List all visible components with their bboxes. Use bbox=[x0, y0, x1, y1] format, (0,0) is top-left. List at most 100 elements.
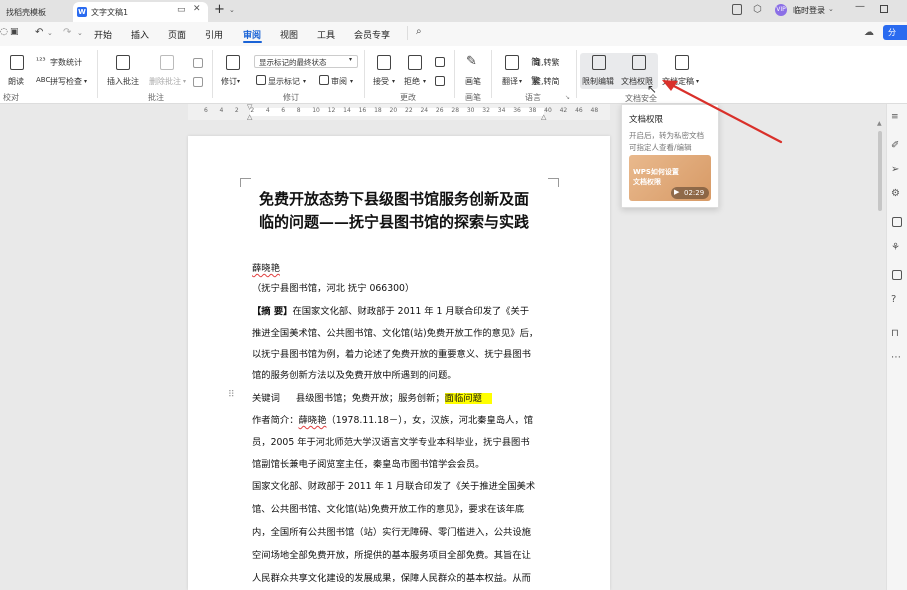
to-traditional-button[interactable]: 简,转繁 bbox=[533, 57, 560, 68]
navigate-icon[interactable]: ➢ bbox=[891, 164, 899, 175]
doc-finalize-icon bbox=[675, 55, 689, 70]
doc-title-line: 临的问题——抚宁县图书馆的探索与实践 bbox=[259, 213, 530, 231]
chevron-down-icon[interactable]: ⌄ bbox=[229, 6, 235, 14]
accept-button[interactable]: 接受 bbox=[373, 76, 389, 87]
group-label-comment: 批注 bbox=[148, 93, 164, 102]
close-tab-icon[interactable]: ✕ bbox=[193, 4, 201, 14]
chevron-down-icon[interactable]: ▾ bbox=[423, 78, 426, 85]
avatar[interactable]: VIP bbox=[775, 4, 787, 16]
ruler-tick-label: 2 bbox=[234, 107, 239, 114]
login-label[interactable]: 临时登录 bbox=[793, 5, 825, 16]
help-icon[interactable]: ? bbox=[891, 294, 896, 305]
layout-icon[interactable] bbox=[732, 4, 742, 15]
redo-icon[interactable]: ↷ bbox=[63, 27, 71, 38]
menu-item-reference[interactable]: 引用 bbox=[205, 28, 223, 41]
pen-icon: ✎ bbox=[466, 54, 477, 69]
maximize-icon[interactable] bbox=[880, 5, 888, 13]
minimize-icon[interactable]: — bbox=[855, 1, 865, 12]
play-icon[interactable]: ▶ bbox=[674, 188, 679, 196]
doc-abstract-line: 馆的服务创新方法以及免费开放中所遇到的问题。 bbox=[252, 370, 457, 381]
delete-comment-button[interactable]: 删除批注 bbox=[149, 76, 181, 87]
chevron-down-icon[interactable]: ▾ bbox=[392, 78, 395, 85]
track-changes-button[interactable]: 修订 bbox=[221, 76, 237, 87]
group-label-ink: 画笔 bbox=[465, 93, 481, 102]
markup-mode-value: 显示标记的最终状态 bbox=[259, 58, 327, 67]
tab-label: 文字文稿1 bbox=[91, 7, 129, 17]
translate-button[interactable]: 翻译 bbox=[502, 76, 518, 87]
lock-icon[interactable]: ⊓ bbox=[891, 328, 899, 339]
menu-item-member[interactable]: 会员专享 bbox=[354, 28, 390, 41]
show-markup-icon bbox=[256, 75, 266, 85]
keywords-highlight: 面临问题 bbox=[444, 393, 492, 404]
chevron-down-icon[interactable]: ⌄ bbox=[828, 5, 834, 13]
menu-icon[interactable]: ◌ bbox=[0, 27, 8, 37]
tab-template-store[interactable]: 找稻壳模板 bbox=[0, 2, 68, 22]
video-title: WPS如何设置 bbox=[633, 168, 679, 176]
menu-item-tools[interactable]: 工具 bbox=[317, 28, 335, 41]
share-icon[interactable]: ⚘ bbox=[891, 242, 900, 253]
collapse-icon[interactable]: ≡ bbox=[891, 112, 899, 122]
doc-abstract-line: 【摘 要】在国家文化部、财政部于 2011 年 1 月联合印发了《关于 bbox=[252, 303, 529, 317]
insert-comment-button[interactable]: 插入批注 bbox=[107, 76, 139, 87]
group-label-proof: 校对 bbox=[3, 93, 19, 102]
search-icon[interactable]: ⌕ bbox=[416, 26, 422, 37]
vertical-scrollbar[interactable] bbox=[878, 131, 882, 211]
menu-item-page[interactable]: 页面 bbox=[168, 28, 186, 41]
ruler-tick-label: 22 bbox=[405, 107, 413, 114]
tab-document[interactable]: W 文字文稿1 ▭ ✕ bbox=[73, 2, 208, 22]
cube-icon[interactable]: ⬡ bbox=[753, 4, 762, 15]
menu-item-home[interactable]: 开始 bbox=[94, 28, 112, 41]
indent-marker-icon[interactable]: ▽ bbox=[247, 103, 252, 111]
restrict-edit-button[interactable]: 限制编辑 bbox=[582, 76, 614, 87]
chevron-down-icon[interactable]: ⌄ bbox=[47, 29, 53, 37]
video-thumbnail[interactable]: WPS如何设置 文档权限 ▶ 02:29 bbox=[629, 155, 711, 201]
chevron-down-icon[interactable]: ▾ bbox=[84, 78, 87, 85]
chevron-down-icon[interactable]: ▾ bbox=[237, 78, 240, 85]
menu-item-view[interactable]: 视图 bbox=[280, 28, 298, 41]
share-button[interactable]: 分 bbox=[883, 25, 907, 40]
to-simplified-button[interactable]: 繁,转简 bbox=[533, 76, 560, 87]
more-icon[interactable]: ⋯ bbox=[891, 352, 901, 363]
new-tab-button[interactable]: + bbox=[214, 2, 225, 17]
panel-icon[interactable] bbox=[892, 270, 902, 280]
next-comment-icon[interactable] bbox=[193, 77, 203, 87]
image-icon[interactable] bbox=[892, 217, 902, 227]
prev-comment-icon[interactable] bbox=[193, 58, 203, 68]
prev-change-icon[interactable] bbox=[435, 57, 445, 67]
menu-item-review[interactable]: 审阅 bbox=[243, 28, 261, 41]
right-indent-marker-icon[interactable]: △ bbox=[541, 113, 546, 121]
edit-icon[interactable]: ✐ bbox=[891, 140, 899, 151]
chevron-down-icon[interactable]: ▾ bbox=[350, 78, 353, 85]
menu-item-insert[interactable]: 插入 bbox=[131, 28, 149, 41]
indent-marker-icon[interactable]: △ bbox=[247, 113, 252, 121]
accept-icon bbox=[377, 55, 391, 70]
review-pane-button[interactable]: 审阅 bbox=[331, 76, 347, 87]
chevron-down-icon[interactable]: ▾ bbox=[303, 78, 306, 85]
cloud-icon[interactable]: ☁ bbox=[864, 27, 874, 38]
ruler-tick-label: 8 bbox=[296, 107, 301, 114]
reject-button[interactable]: 拒绝 bbox=[404, 76, 420, 87]
horizontal-ruler[interactable]: 6 4 2 2 4 6 8 10 12 14 16 18 20 22 24 26 28 30 32 34 36 38 40 4… bbox=[188, 103, 610, 121]
divider bbox=[407, 26, 408, 40]
word-count-button[interactable]: 字数统计 bbox=[50, 57, 82, 68]
ruler-tick-label: 4 bbox=[219, 107, 224, 114]
show-markup-button[interactable]: 显示标记 bbox=[268, 76, 300, 87]
ink-button[interactable]: 画笔 bbox=[465, 76, 481, 87]
expand-icon[interactable]: ↘ bbox=[565, 94, 570, 101]
read-aloud-button[interactable]: 朗读 bbox=[8, 76, 24, 87]
chevron-down-icon[interactable]: ▾ bbox=[519, 78, 522, 85]
document-page[interactable]: 免费开放态势下县级图书馆服务创新及面 临的问题——抚宁县图书馆的探索与实践 薛晓… bbox=[188, 136, 610, 590]
chevron-down-icon[interactable]: ⌄ bbox=[77, 29, 83, 37]
markup-mode-select[interactable]: 显示标记的最终状态 bbox=[254, 55, 358, 68]
tune-icon[interactable]: ⚙ bbox=[891, 188, 900, 199]
save-icon[interactable]: ▣ bbox=[10, 27, 19, 37]
chevron-down-icon[interactable]: ▾ bbox=[183, 78, 186, 85]
reject-icon bbox=[408, 55, 422, 70]
next-change-icon[interactable] bbox=[435, 76, 445, 86]
spell-check-button[interactable]: 拼写检查 bbox=[50, 76, 82, 87]
scroll-up-icon[interactable]: ▲ bbox=[877, 120, 882, 127]
ruler-tick-label: 10 bbox=[312, 107, 320, 114]
undo-icon[interactable]: ↶ bbox=[35, 27, 43, 38]
window-icon[interactable]: ▭ bbox=[177, 5, 186, 15]
drag-handle-icon[interactable]: ⠿ bbox=[228, 390, 235, 400]
